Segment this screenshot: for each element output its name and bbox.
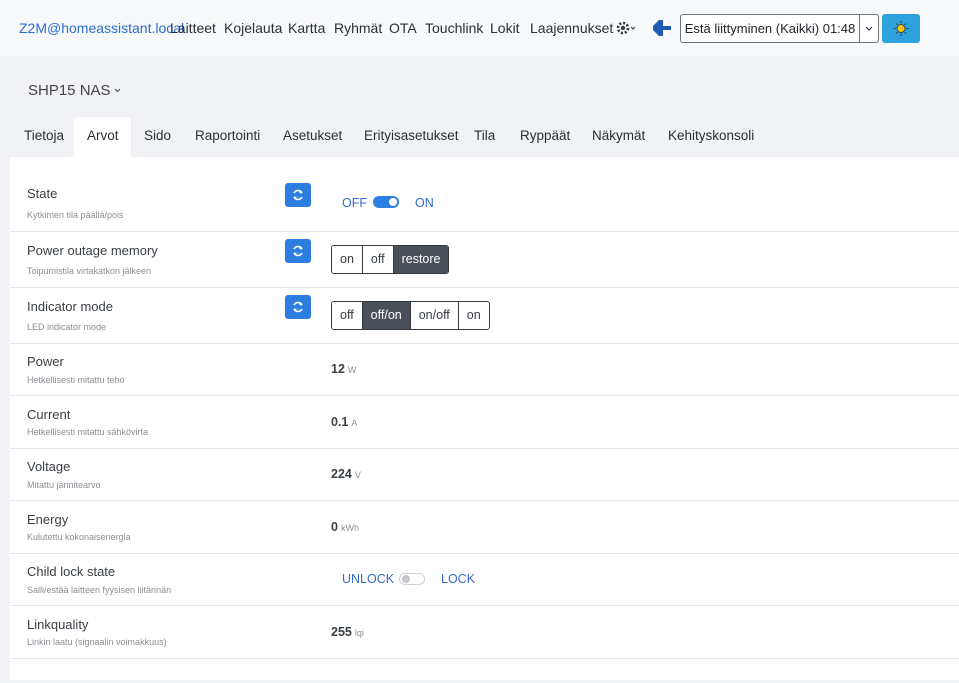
refresh-icon xyxy=(293,301,303,313)
expose-title: Power xyxy=(27,354,64,369)
indicator-mode-selector: off off/on on/off on xyxy=(331,301,490,330)
option-off[interactable]: off xyxy=(362,246,394,273)
option-off-on[interactable]: off/on xyxy=(362,302,411,329)
expose-description: Hetkellisesti mitattu teho xyxy=(27,375,125,385)
expose-title: Current xyxy=(27,407,71,422)
chevron-down-icon xyxy=(865,26,873,31)
current-value: 0.1 A xyxy=(331,415,358,429)
expose-title: Child lock state xyxy=(27,564,116,579)
tab-specific-settings[interactable]: Erityisasetukset xyxy=(364,128,459,143)
option-restore[interactable]: restore xyxy=(393,246,449,273)
sun-icon xyxy=(893,21,909,36)
nav-logs[interactable]: Lokit xyxy=(490,20,520,36)
expose-row-linkquality: Linkquality Linkin laatu (signaalin voim… xyxy=(10,606,959,659)
power-unit: W xyxy=(347,365,357,375)
tab-settings[interactable]: Asetukset xyxy=(283,128,342,143)
option-on-off[interactable]: on/off xyxy=(410,302,459,329)
finnish-flag-icon[interactable] xyxy=(652,19,672,37)
option-on[interactable]: on xyxy=(458,302,489,329)
expose-row-current: Current Hetkellisesti mitattu sähkövirta… xyxy=(10,396,959,449)
nav-ota[interactable]: OTA xyxy=(389,20,417,36)
gear-icon[interactable] xyxy=(615,18,637,38)
expose-row-energy: Energy Kulutettu kokonaisenergia 0 kWh xyxy=(10,501,959,554)
nav-dashboard[interactable]: Kojelauta xyxy=(224,20,282,36)
state-toggle-switch[interactable] xyxy=(373,196,399,208)
expose-description: Kytkimen tila päällä/pois xyxy=(27,210,124,220)
expose-description: Mitattu jännitearvo xyxy=(27,480,101,490)
expose-description: Hetkellisesti mitattu sähkövirta xyxy=(27,427,149,437)
nav-devices[interactable]: Laitteet xyxy=(170,20,216,36)
top-navbar: Z2M@homeassistant.local Laitteet Kojelau… xyxy=(0,0,959,57)
nav-touchlink[interactable]: Touchlink xyxy=(425,20,483,36)
refresh-button[interactable] xyxy=(285,295,311,319)
child-lock-toggle-switch[interactable] xyxy=(399,573,425,585)
expose-description: LED indicator mode xyxy=(27,322,107,332)
expose-description: Salli/estää laitteen fyysisen liitännän xyxy=(27,585,172,595)
toggle-on-label[interactable]: ON xyxy=(415,196,434,210)
expose-row-indicator-mode: Indicator mode LED indicator mode off of… xyxy=(10,288,959,344)
power-outage-memory-selector: on off restore xyxy=(331,245,450,274)
refresh-icon xyxy=(293,189,303,201)
toggle-off-label[interactable]: OFF xyxy=(342,196,367,210)
expose-row-power-outage-memory: Power outage memory Toipumistila virtaka… xyxy=(10,232,959,288)
tab-scenes[interactable]: Näkymät xyxy=(592,128,645,143)
theme-toggle-button[interactable] xyxy=(882,14,920,43)
tab-state[interactable]: Tila xyxy=(474,128,495,143)
energy-unit: kWh xyxy=(340,523,359,533)
nav-extensions[interactable]: Laajennukset xyxy=(530,20,613,36)
brand-link[interactable]: Z2M@homeassistant.local xyxy=(19,20,184,36)
expose-title: Energy xyxy=(27,512,69,527)
expose-title: State xyxy=(27,186,58,201)
tab-bind[interactable]: Sido xyxy=(144,128,171,143)
energy-value: 0 kWh xyxy=(331,520,359,534)
chevron-down-icon[interactable] xyxy=(113,87,122,94)
tab-info[interactable]: Tietoja xyxy=(24,128,64,143)
toggle-off-label[interactable]: UNLOCK xyxy=(342,572,394,586)
nav-groups[interactable]: Ryhmät xyxy=(334,20,382,36)
tab-values[interactable]: Arvot xyxy=(87,128,119,143)
expose-title: Linkquality xyxy=(27,617,89,632)
permit-join-dropdown[interactable] xyxy=(859,14,879,43)
refresh-button[interactable] xyxy=(285,239,311,263)
nav-map[interactable]: Kartta xyxy=(288,20,325,36)
voltage-unit: V xyxy=(354,470,361,480)
current-unit: A xyxy=(351,418,358,428)
tab-dev-console[interactable]: Kehityskonsoli xyxy=(668,128,754,143)
linkquality-value: 255 lqi xyxy=(331,625,364,639)
expose-row-state: State Kytkimen tila päällä/pois OFF ON xyxy=(10,175,959,232)
permit-join-button[interactable]: Estä liittyminen (Kaikki) 01:48 xyxy=(680,14,860,43)
expose-title: Voltage xyxy=(27,459,71,474)
expose-description: Linkin laatu (signaalin voimakkuus) xyxy=(27,637,167,647)
tab-clusters[interactable]: Ryppäät xyxy=(520,128,570,143)
refresh-icon xyxy=(293,245,303,257)
expose-row-child-lock: Child lock state Salli/estää laitteen fy… xyxy=(10,554,959,606)
expose-title: Indicator mode xyxy=(27,299,113,314)
option-off[interactable]: off xyxy=(332,302,363,329)
option-on[interactable]: on xyxy=(332,246,363,273)
expose-row-voltage: Voltage Mitattu jännitearvo 224 V xyxy=(10,449,959,501)
tab-reporting[interactable]: Raportointi xyxy=(195,128,260,143)
toggle-on-label[interactable]: LOCK xyxy=(441,572,475,586)
device-title[interactable]: SHP15 NAS xyxy=(28,82,111,99)
expose-title: Power outage memory xyxy=(27,243,158,258)
expose-row-power: Power Hetkellisesti mitattu teho 12 W xyxy=(10,344,959,396)
linkquality-unit: lqi xyxy=(354,628,364,638)
expose-description: Kulutettu kokonaisenergia xyxy=(27,532,131,542)
expose-description: Toipumistila virtakatkon jälkeen xyxy=(27,266,152,276)
refresh-button[interactable] xyxy=(285,183,311,207)
power-value: 12 W xyxy=(331,362,357,376)
voltage-value: 224 V xyxy=(331,467,361,481)
